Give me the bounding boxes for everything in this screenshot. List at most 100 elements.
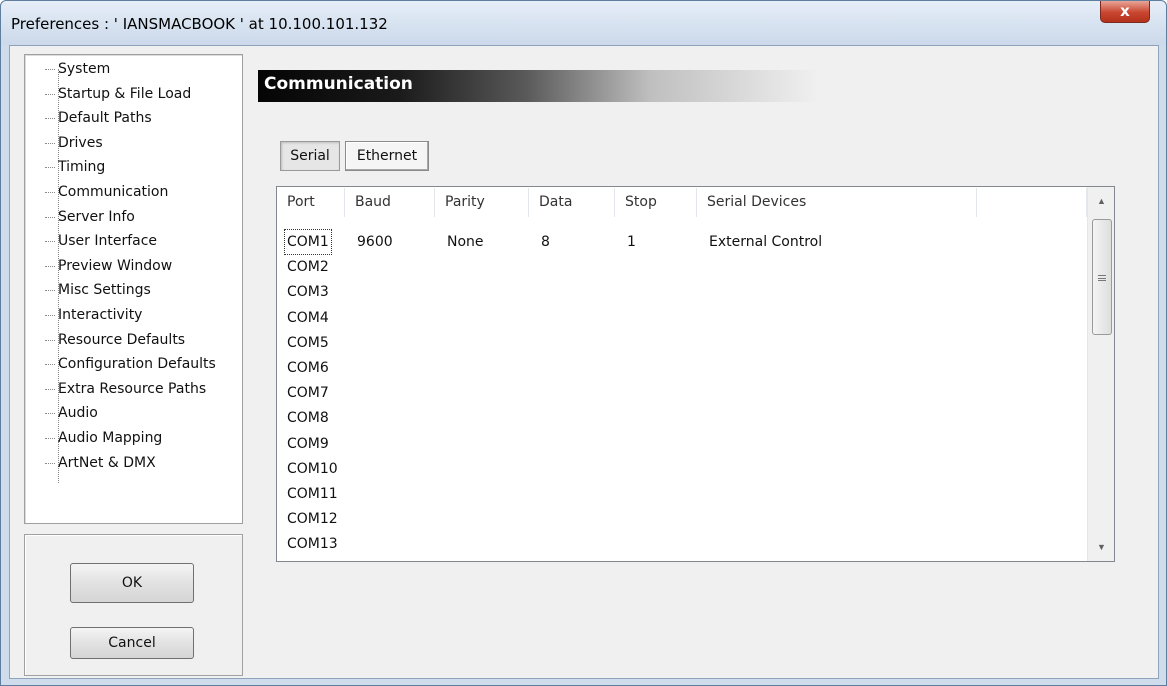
close-icon: x xyxy=(1120,2,1130,20)
tree-branch-line xyxy=(45,216,55,218)
sidebar-item-label: Extra Resource Paths xyxy=(58,380,207,397)
sidebar-item-server-info[interactable]: Server Info xyxy=(12,205,135,229)
table-row[interactable]: COM9 xyxy=(277,431,1087,457)
sidebar-item-artnet-dmx[interactable]: ArtNet & DMX xyxy=(12,451,156,475)
table-row[interactable]: COM2 xyxy=(277,254,1087,280)
sidebar-item-startup-file-load[interactable]: Startup & File Load xyxy=(12,82,191,106)
sidebar-item-label: User Interface xyxy=(58,233,158,250)
title-bar[interactable]: Preferences : ' IANSMACBOOK ' at 10.100.… xyxy=(1,1,1166,45)
sidebar-item-audio-mapping[interactable]: Audio Mapping xyxy=(12,426,162,450)
column-header-port[interactable]: Port xyxy=(277,188,345,217)
table-row[interactable]: COM3 xyxy=(277,279,1087,305)
table-row[interactable]: COM8 xyxy=(277,405,1087,431)
tree-branch-line xyxy=(45,142,55,144)
sidebar-item-label: System xyxy=(58,61,111,77)
column-header-baud[interactable]: Baud xyxy=(345,188,435,217)
sidebar-item-label: Communication xyxy=(58,184,169,200)
cell-parity: None xyxy=(447,234,484,250)
sidebar-item-label: Configuration Defaults xyxy=(58,356,216,373)
sidebar-item-drives[interactable]: Drives xyxy=(12,131,103,155)
sidebar-item-label: Audio xyxy=(58,405,98,422)
cell-port: COM13 xyxy=(287,536,338,553)
tree-branch-line xyxy=(45,93,55,95)
sidebar-item-user-interface[interactable]: User Interface xyxy=(12,229,157,253)
cell-baud: 9600 xyxy=(357,234,393,250)
table-row[interactable]: COM1 9600 None 8 1 External Control xyxy=(277,229,1087,255)
column-header-data[interactable]: Data xyxy=(529,188,615,217)
sidebar-item-configuration-defaults[interactable]: Configuration Defaults xyxy=(12,352,216,376)
sidebar-item-preview-window[interactable]: Preview Window xyxy=(12,254,172,278)
sidebar-item-label: Preview Window xyxy=(58,257,173,274)
tree-branch-line xyxy=(45,388,55,390)
window-title: Preferences : ' IANSMACBOOK ' at 10.100.… xyxy=(11,15,388,33)
cell-port: COM11 xyxy=(287,486,338,502)
ok-button[interactable]: OK xyxy=(70,563,194,603)
tree-branch-line xyxy=(45,192,55,193)
scroll-down-arrow-icon[interactable]: ▼ xyxy=(1088,535,1114,559)
scroll-up-arrow-icon[interactable]: ▲ xyxy=(1088,189,1114,213)
cell-port: COM12 xyxy=(287,511,338,528)
sidebar-item-label: Drives xyxy=(58,134,103,151)
close-button[interactable]: x xyxy=(1100,1,1150,23)
sidebar-item-misc-settings[interactable]: Misc Settings xyxy=(12,278,151,302)
tree-branch-line xyxy=(45,167,55,169)
sidebar-item-label: Resource Defaults xyxy=(58,331,186,348)
sidebar-item-label: ArtNet & DMX xyxy=(58,454,156,471)
table-row[interactable]: COM4 xyxy=(277,305,1087,331)
tree-branch-line xyxy=(45,364,55,366)
tree-branch-line xyxy=(45,118,55,120)
table-row[interactable]: COM11 xyxy=(277,481,1087,507)
sidebar-item-label: Timing xyxy=(58,159,106,176)
cell-port: COM7 xyxy=(287,385,329,402)
sidebar-item-system[interactable]: System xyxy=(12,57,110,81)
scrollbar-thumb[interactable] xyxy=(1092,219,1112,335)
sidebar-item-audio[interactable]: Audio xyxy=(12,401,98,425)
dialog-buttons-panel: OK Cancel xyxy=(24,534,243,676)
tab-serial[interactable]: Serial xyxy=(280,141,340,171)
table-row[interactable]: COM12 xyxy=(277,506,1087,532)
scrollbar-grip-icon xyxy=(1098,275,1106,281)
cell-port: COM2 xyxy=(287,259,329,276)
sidebar-item-label: Interactivity xyxy=(58,307,143,323)
tree-branch-line xyxy=(45,413,55,415)
table-row[interactable]: COM13 xyxy=(277,531,1087,557)
sidebar-item-label: Audio Mapping xyxy=(58,430,163,446)
cancel-button[interactable]: Cancel xyxy=(70,627,194,659)
table-row[interactable]: COM5 xyxy=(277,330,1087,356)
sidebar-item-label: Misc Settings xyxy=(58,282,151,299)
cell-port: COM10 xyxy=(287,460,338,477)
cell-stop: 1 xyxy=(627,234,636,250)
column-header-parity[interactable]: Parity xyxy=(435,188,529,217)
cell-port: COM6 xyxy=(287,360,329,376)
sidebar-item-resource-defaults[interactable]: Resource Defaults xyxy=(12,328,185,352)
sidebar-item-extra-resource-paths[interactable]: Extra Resource Paths xyxy=(12,377,206,401)
cell-port: COM3 xyxy=(287,284,329,301)
table-row[interactable]: COM6 xyxy=(277,355,1087,381)
tree-branch-line xyxy=(45,290,55,292)
tree-branch-line xyxy=(45,241,55,243)
cell-data: 8 xyxy=(541,234,550,250)
sidebar-item-timing[interactable]: Timing xyxy=(12,155,105,179)
cell-port: COM9 xyxy=(287,435,329,452)
vertical-scrollbar[interactable]: ▲ ▼ xyxy=(1087,187,1114,561)
column-header-empty xyxy=(977,188,1087,217)
cell-port: COM8 xyxy=(287,410,329,427)
tree-branch-line xyxy=(45,69,55,70)
serial-ports-table[interactable]: Port Baud Parity Data Stop Serial Devices COM… xyxy=(276,186,1115,562)
column-header-stop[interactable]: Stop xyxy=(615,188,697,217)
sidebar-item-default-paths[interactable]: Default Paths xyxy=(12,106,152,130)
tab-ethernet[interactable]: Ethernet xyxy=(345,141,429,171)
tree-branch-line xyxy=(45,438,55,439)
preferences-category-tree[interactable]: System Startup & File Load Default Paths Dr… xyxy=(24,54,243,524)
cell-port: COM1 xyxy=(284,229,332,255)
sidebar-item-interactivity[interactable]: Interactivity xyxy=(12,303,142,327)
tree-branch-line xyxy=(45,265,55,267)
sidebar-item-communication[interactable]: Communication xyxy=(12,180,168,204)
section-title: Communication xyxy=(264,74,413,94)
sidebar-item-label: Server Info xyxy=(58,208,135,225)
column-header-serial-devices[interactable]: Serial Devices xyxy=(697,188,977,217)
table-row[interactable]: COM7 xyxy=(277,380,1087,406)
table-row[interactable]: COM10 xyxy=(277,456,1087,482)
sidebar-item-label: Startup & File Load xyxy=(58,85,192,102)
tree-branch-line xyxy=(45,462,55,464)
